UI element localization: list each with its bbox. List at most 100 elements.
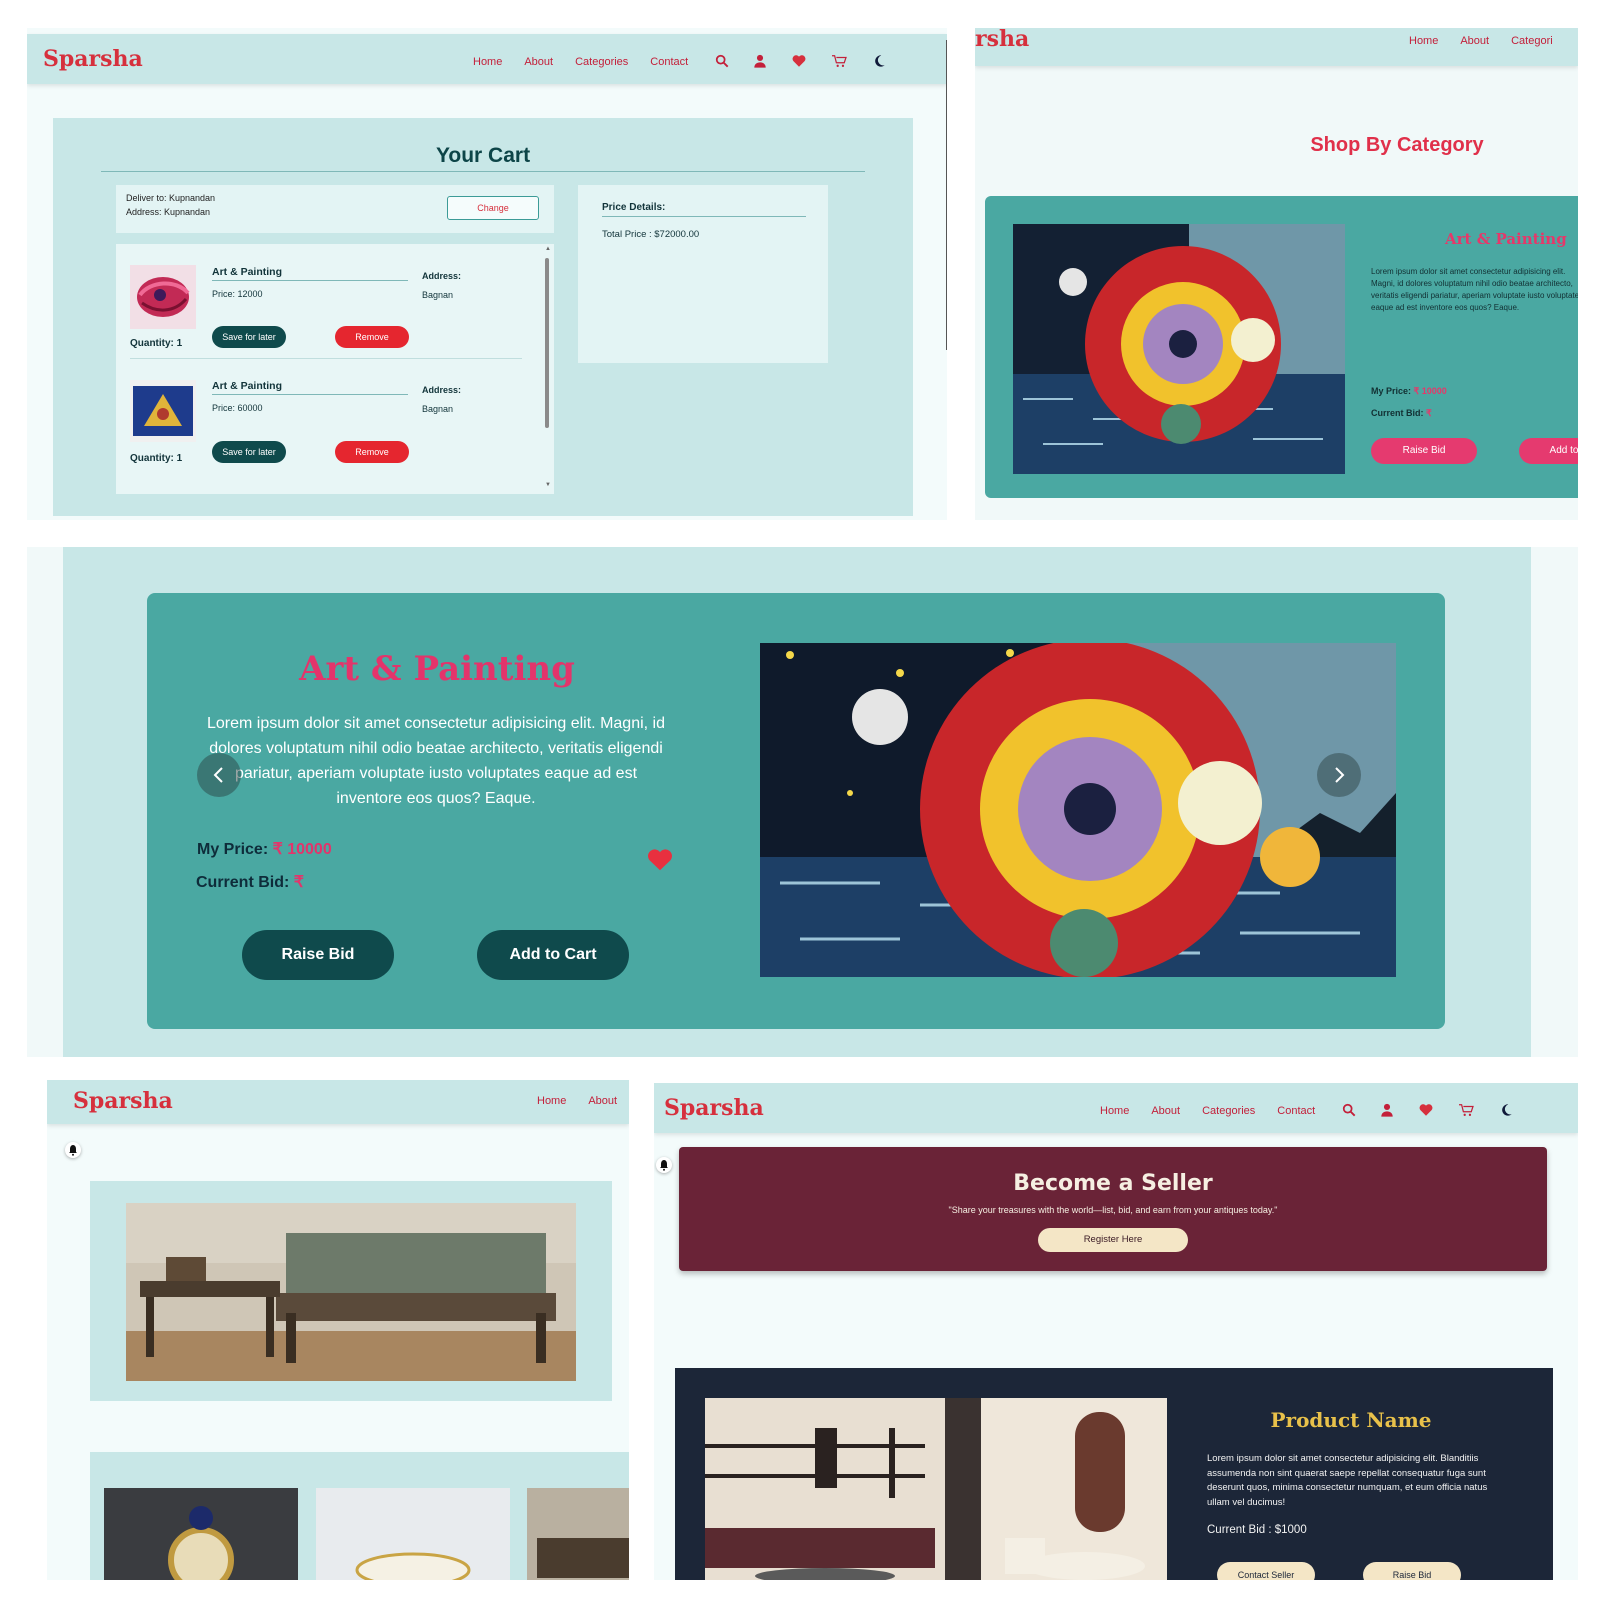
interior-image	[705, 1398, 1167, 1580]
price-details-title: Price Details:	[602, 202, 666, 213]
current-bid-value: ₹	[1426, 408, 1432, 418]
cart-item-image	[130, 380, 196, 442]
seller-title: Become a Seller	[1013, 1171, 1213, 1196]
home-screenshot: Sparsha Home About	[47, 1080, 629, 1580]
scrollbar[interactable]: ▲ ▼	[544, 246, 551, 490]
moon-icon[interactable]	[872, 54, 886, 68]
change-button[interactable]: Change	[447, 196, 539, 220]
item-name: Art & Painting	[212, 266, 282, 278]
raise-bid-button[interactable]: Raise Bid	[1363, 1562, 1461, 1580]
raise-bid-button[interactable]: Raise Bid	[242, 930, 394, 980]
carousel-prev-button[interactable]	[197, 753, 241, 797]
seller-banner: Become a Seller "Share your treasures wi…	[679, 1147, 1547, 1271]
nav-about[interactable]: About	[588, 1095, 617, 1107]
heart-icon[interactable]	[792, 54, 806, 68]
address-label: Address:	[422, 271, 462, 281]
logo[interactable]: rsha	[975, 28, 1029, 52]
furniture-thumb-image	[527, 1488, 629, 1580]
cart-container: Your Cart Deliver to: Kupnandan Address:…	[53, 118, 913, 516]
cart-item: Quantity: 1 Art & Painting Price: 12000 …	[116, 244, 536, 360]
nav-home[interactable]: Home	[473, 56, 502, 68]
address-value: Bagnan	[422, 290, 454, 300]
category-card: Art & Painting Lorem ipsum dolor sit ame…	[985, 196, 1578, 498]
my-price-value: ₹ 10000	[1413, 386, 1447, 396]
save-for-later-button[interactable]: Save for later	[212, 326, 286, 348]
remove-button[interactable]: Remove	[335, 326, 409, 348]
nav-categories[interactable]: Categori	[1511, 35, 1553, 47]
divider	[602, 216, 806, 217]
item-price: Price: 60000	[212, 403, 263, 413]
notification-button[interactable]	[656, 1157, 672, 1173]
nav-contact[interactable]: Contact	[1277, 1105, 1315, 1117]
nav-links: Home About Categories Contact	[473, 52, 906, 70]
chevron-right-icon	[1335, 767, 1345, 783]
scroll-up-icon[interactable]: ▲	[545, 246, 551, 252]
cart-items-list[interactable]: Quantity: 1 Art & Painting Price: 12000 …	[116, 244, 554, 494]
save-for-later-button[interactable]: Save for later	[212, 441, 286, 463]
nav-about[interactable]: About	[1151, 1105, 1180, 1117]
seller-screenshot: Sparsha Home About Categories Contact Becom…	[654, 1083, 1578, 1580]
nav-home[interactable]: Home	[537, 1095, 566, 1107]
my-price-label: My Price:	[197, 841, 269, 858]
heart-icon[interactable]	[1419, 1103, 1433, 1117]
logo[interactable]: Sparsha	[43, 46, 143, 72]
navbar: Sparsha Home About	[47, 1080, 629, 1124]
add-to-cart-button[interactable]: Add to Cart	[477, 930, 629, 980]
seller-quote: "Share your treasures with the world—lis…	[948, 1205, 1278, 1215]
raise-bid-button[interactable]: Raise Bid	[1371, 438, 1477, 464]
nav-contact[interactable]: Contact	[650, 56, 688, 68]
logo[interactable]: Sparsha	[664, 1095, 764, 1121]
nav-home[interactable]: Home	[1100, 1105, 1129, 1117]
nav-links: Home About Categories Contact	[1100, 1101, 1533, 1119]
moon-icon[interactable]	[1499, 1103, 1513, 1117]
heart-icon[interactable]	[647, 849, 673, 871]
address-value: Bagnan	[422, 404, 454, 414]
slide-title: Art & Painting	[299, 649, 575, 689]
price-details-box: Price Details: Total Price : $72000.00	[578, 185, 828, 363]
section-heading: Shop By Category	[1310, 134, 1484, 156]
delivery-box: Deliver to: Kupnandan Address: Kupnandan…	[116, 185, 554, 233]
painting-image	[1013, 224, 1345, 474]
navbar: Sparsha Home About Categories Contact	[654, 1083, 1578, 1133]
product-description: Lorem ipsum dolor sit amet consectetur a…	[1207, 1453, 1488, 1508]
scroll-down-icon[interactable]: ▼	[545, 482, 551, 488]
nav-categories[interactable]: Categories	[575, 56, 628, 68]
deliver-to: Deliver to: Kupnandan	[126, 193, 216, 203]
remove-button[interactable]: Remove	[335, 441, 409, 463]
current-bid: Current Bid: ₹	[196, 872, 304, 892]
add-to-cart-button[interactable]: Add to	[1519, 438, 1578, 464]
nav-about[interactable]: About	[524, 56, 553, 68]
cart-item: Quantity: 1 Art & Painting Price: 60000 …	[116, 360, 536, 476]
cart-item-image	[130, 265, 196, 329]
register-button[interactable]: Register Here	[1038, 1228, 1188, 1252]
cart-icon[interactable]	[830, 54, 848, 68]
nav-links: Home About Categori	[1409, 31, 1575, 49]
bell-icon	[69, 1145, 77, 1156]
notification-button[interactable]	[65, 1142, 81, 1158]
item-name: Art & Painting	[212, 380, 282, 392]
carousel-next-button[interactable]	[1317, 753, 1361, 797]
user-icon[interactable]	[1380, 1103, 1394, 1117]
product-card: Product Name Lorem ipsum dolor sit amet …	[675, 1368, 1553, 1580]
cart-icon[interactable]	[1457, 1103, 1475, 1117]
item-quantity: Quantity: 1	[130, 338, 183, 349]
search-icon[interactable]	[715, 54, 729, 68]
my-price-label: My Price:	[1371, 386, 1412, 396]
nav-about[interactable]: About	[1460, 35, 1489, 47]
cart-screenshot: Sparsha Home About Categories Contact Your …	[27, 28, 947, 520]
scrollbar-thumb[interactable]	[545, 258, 549, 428]
card-title: Art & Painting	[1445, 230, 1567, 248]
cart-title: Your Cart	[435, 144, 531, 167]
card-description: Lorem ipsum dolor sit amet consectetur a…	[1371, 267, 1578, 312]
item-price: Price: 12000	[212, 289, 263, 299]
search-icon[interactable]	[1342, 1103, 1356, 1117]
divider	[212, 394, 408, 395]
chevron-left-icon	[213, 767, 223, 783]
logo[interactable]: Sparsha	[73, 1088, 173, 1114]
carousel-section: Art & Painting Lorem ipsum dolor sit ame…	[63, 547, 1531, 1057]
nav-categories[interactable]: Categories	[1202, 1105, 1255, 1117]
user-icon[interactable]	[753, 54, 767, 68]
my-price: My Price: ₹ 10000	[1371, 386, 1447, 397]
nav-home[interactable]: Home	[1409, 35, 1438, 47]
contact-seller-button[interactable]: Contact Seller	[1217, 1562, 1315, 1580]
